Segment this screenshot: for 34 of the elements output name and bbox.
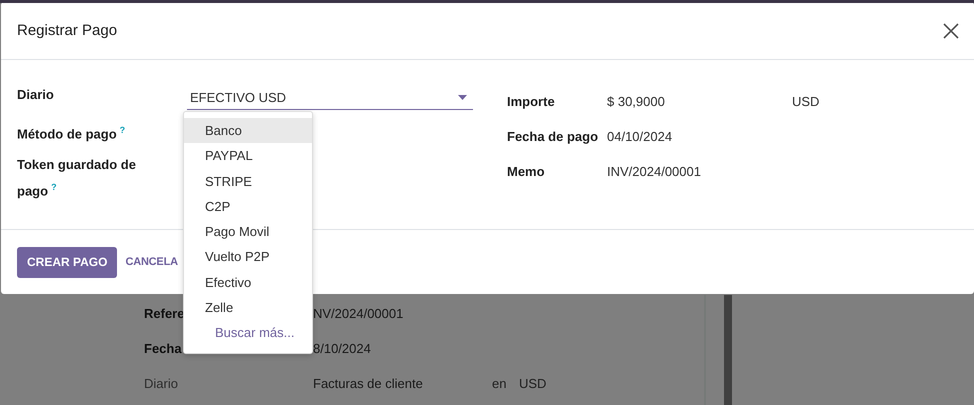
field-value[interactable]: 04/10/2024 (607, 129, 672, 144)
field-value: 8/10/2024 (313, 341, 371, 356)
connector-text: en (492, 376, 506, 391)
dropdown-option[interactable]: Vuelto P2P (184, 244, 312, 270)
currency-text: USD (792, 94, 820, 109)
journal-select[interactable]: EFECTIVO USD (187, 86, 473, 110)
search-more-link[interactable]: Buscar más... (184, 320, 312, 346)
dropdown-option[interactable]: STRIPE (184, 168, 312, 194)
field-value[interactable]: $ 30,9000 (607, 94, 792, 109)
currency-text: USD (519, 376, 546, 391)
field-value: Facturas de cliente (313, 376, 423, 391)
close-icon[interactable] (943, 22, 959, 38)
create-payment-button[interactable]: CREAR PAGO (17, 246, 118, 278)
dialog-title: Registrar Pago (17, 22, 118, 39)
field-label: Importe (507, 92, 556, 111)
field-value: NV/2024/00001 (313, 306, 404, 321)
field-label: Diario (144, 376, 178, 391)
field-label: Memo (507, 162, 546, 180)
field-label: Diario (17, 86, 55, 104)
field-label: Fecha (144, 341, 182, 356)
field-label: Método de pago $^{?}$ (17, 124, 126, 144)
dropdown-option[interactable]: Pago Movil (184, 219, 312, 244)
scrollbar-thumb[interactable] (724, 295, 732, 405)
field-value[interactable]: INV/2024/00001 (607, 164, 701, 179)
dropdown-option[interactable]: C2P (184, 194, 312, 220)
dropdown-option[interactable]: Zelle (184, 295, 312, 320)
caret-icon (458, 95, 467, 100)
dropdown-option[interactable]: Banco (184, 118, 312, 144)
dropdown-option[interactable]: Efectivo (184, 270, 312, 296)
field-label: Fecha de pago (507, 128, 600, 146)
field-label: Refere (144, 306, 184, 321)
dropdown-option[interactable]: PAYPAL (184, 143, 312, 169)
cancel-button[interactable]: CANCELA (125, 256, 178, 268)
field-label: Token guardado de pago $^{?}$ (17, 156, 137, 200)
